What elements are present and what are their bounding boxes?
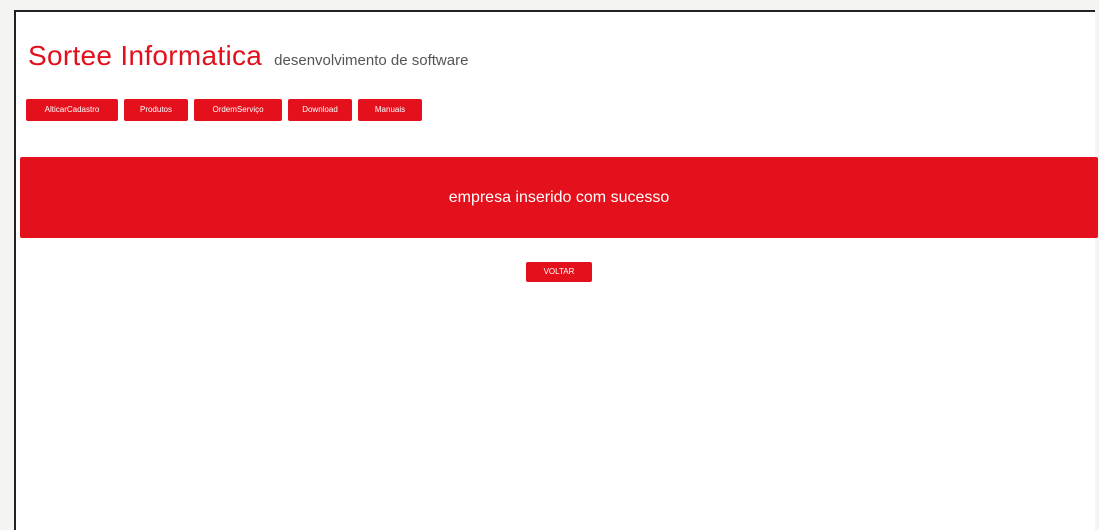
nav-button-alterar-cadastro[interactable]: AlticarCadastro <box>26 99 118 121</box>
brand-title[interactable]: Sortee Informatica <box>28 40 262 72</box>
success-message: empresa inserido com sucesso <box>448 188 670 206</box>
nav-button-manuais[interactable]: Manuais <box>358 99 422 121</box>
success-alert: empresa inserido com sucesso <box>20 157 1098 238</box>
main-nav: AlticarCadastro Produtos OrdemServiço Do… <box>26 99 422 121</box>
back-button[interactable]: VOLTAR <box>526 262 592 282</box>
site-header: Sortee Informatica desenvolvimento de so… <box>28 40 468 72</box>
nav-button-ordem-servico[interactable]: OrdemServiço <box>194 99 282 121</box>
nav-button-download[interactable]: Download <box>288 99 352 121</box>
page-frame: Sortee Informatica desenvolvimento de so… <box>14 10 1098 530</box>
nav-button-produtos[interactable]: Produtos <box>124 99 188 121</box>
brand-tagline: desenvolvimento de software <box>274 52 469 69</box>
